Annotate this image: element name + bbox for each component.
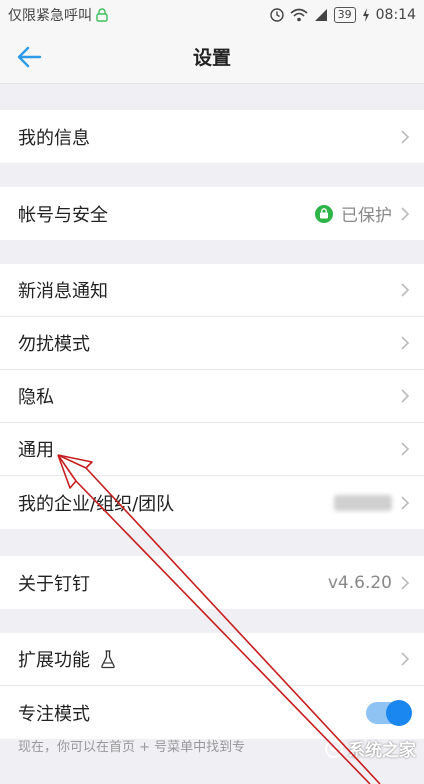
row-label: 我的企业/组织/团队: [18, 493, 175, 515]
chevron-right-icon: [401, 206, 410, 221]
row-my-info[interactable]: 我的信息: [0, 110, 424, 163]
row-account-security[interactable]: 帐号与安全 已保护: [0, 187, 424, 240]
row-general[interactable]: 通用: [0, 423, 424, 476]
row-label: 通用: [18, 440, 54, 461]
watermark-logo: 系统之家: [324, 736, 416, 761]
toggle-knob: [386, 699, 412, 726]
version-text: v4.6.20: [327, 572, 392, 593]
chevron-right-icon: [401, 336, 410, 350]
row-new-message-notify[interactable]: 新消息通知: [0, 264, 424, 317]
chevron-right-icon: [401, 283, 410, 297]
row-label: 专注模式: [18, 703, 90, 725]
nav-bar: 设置: [0, 30, 424, 84]
row-label: 扩展功能: [18, 650, 90, 671]
settings-group-general: 新消息通知 勿扰模式 隐私 通用 我的企业/组织/团队: [0, 264, 424, 529]
page-title: 设置: [192, 47, 231, 69]
row-privacy[interactable]: 隐私: [0, 370, 424, 423]
settings-group-account: 帐号与安全 已保护: [0, 187, 424, 240]
status-right: 39 08:14: [269, 7, 416, 23]
chevron-right-icon: [401, 575, 410, 590]
chevron-right-icon: [401, 129, 410, 144]
focus-mode-toggle[interactable]: [366, 699, 412, 726]
row-do-not-disturb[interactable]: 勿扰模式: [0, 317, 424, 370]
row-extensions[interactable]: 扩展功能: [0, 633, 424, 686]
row-label: 我的信息: [18, 127, 90, 149]
row-my-organization[interactable]: 我的企业/组织/团队: [0, 476, 424, 529]
row-label: 帐号与安全: [18, 204, 108, 226]
blurred-org-name: [334, 494, 392, 511]
row-focus-mode: 专注模式: [0, 686, 424, 739]
battery-indicator: 39: [333, 7, 356, 23]
settings-group-profile: 我的信息: [0, 110, 424, 163]
carrier-text: 仅限紧急呼叫: [8, 8, 92, 24]
charging-icon: [362, 8, 369, 22]
status-left: 仅限紧急呼叫: [8, 5, 108, 25]
signal-icon: [314, 9, 327, 21]
chevron-right-icon: [401, 442, 410, 456]
chevron-right-icon: [401, 389, 410, 403]
flask-icon: [101, 650, 115, 669]
chevron-right-icon: [401, 652, 410, 666]
settings-group-extensions: 扩展功能 专注模式: [0, 633, 424, 739]
clock-time: 08:14: [375, 7, 416, 23]
chevron-right-icon: [401, 495, 410, 510]
row-label: 关于钉钉: [18, 573, 90, 595]
row-label: 勿扰模式: [18, 334, 90, 355]
protection-status: 已保护: [341, 206, 392, 226]
watermark-text: 系统之家: [348, 741, 416, 761]
row-label: 隐私: [18, 387, 54, 408]
settings-group-about: 关于钉钉 v4.6.20: [0, 556, 424, 609]
lock-icon: [315, 204, 333, 223]
row-about-dingtalk[interactable]: 关于钉钉 v4.6.20: [0, 556, 424, 609]
row-label: 新消息通知: [18, 281, 108, 302]
alarm-icon: [269, 8, 284, 22]
lock-screen-icon: [96, 8, 108, 22]
back-arrow-icon[interactable]: [14, 41, 46, 73]
system-home-logo-icon: [325, 739, 343, 758]
status-bar: 仅限紧急呼叫 39 08:14: [0, 0, 424, 30]
wifi-icon: [290, 8, 308, 22]
